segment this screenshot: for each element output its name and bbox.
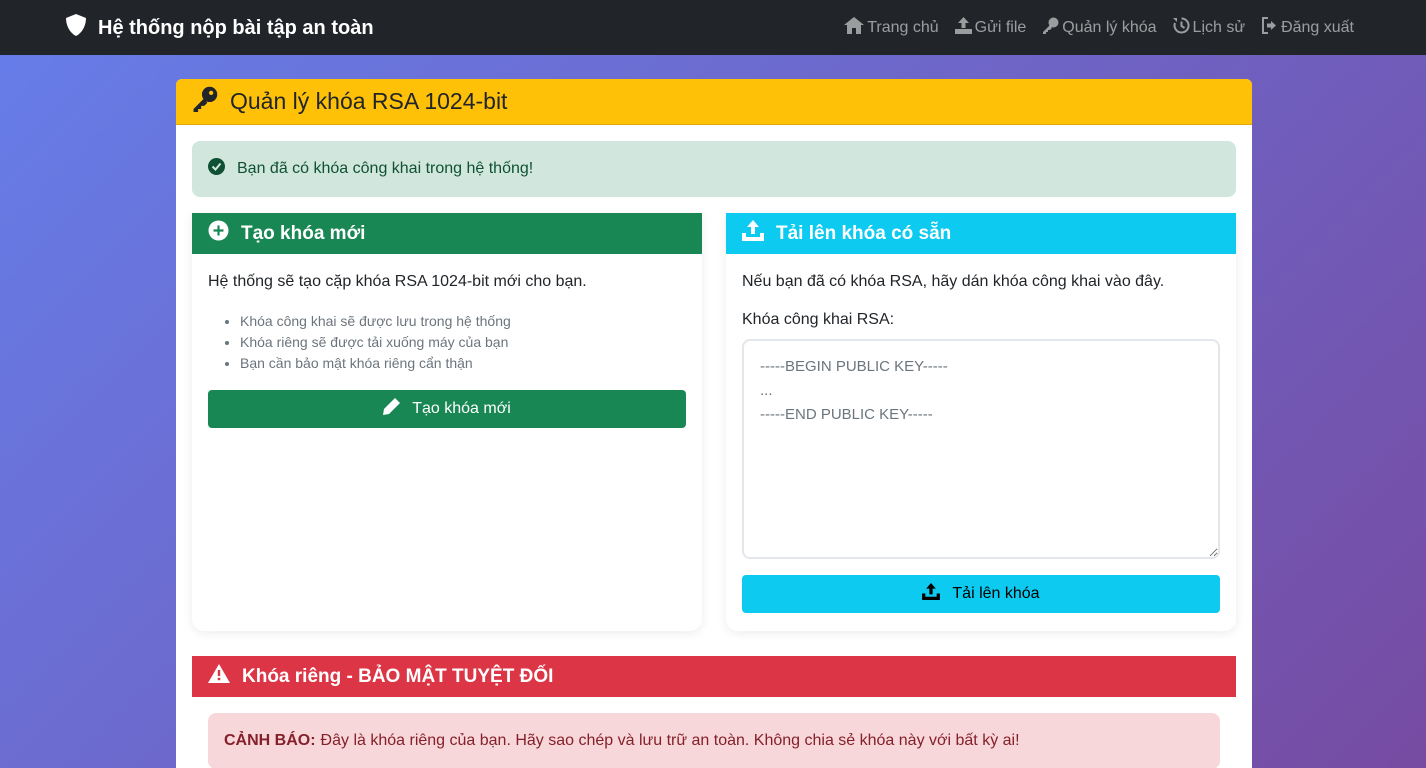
upload-key-button[interactable]: Tải lên khóa — [742, 575, 1220, 613]
navbar: Hệ thống nộp bài tập an toàn Trang chủ G… — [0, 0, 1426, 55]
logout-icon — [1261, 17, 1281, 39]
upload-icon — [954, 17, 975, 39]
pencil-icon — [383, 398, 412, 420]
plus-circle-icon — [208, 220, 241, 247]
nav-link-label: Quản lý khóa — [1062, 19, 1157, 36]
nav-link-label: Trang chủ — [867, 19, 939, 36]
list-item: Bạn cần bảo mật khóa riêng cẩn thận — [240, 353, 686, 374]
warning-text: Đây là khóa riêng của bạn. Hãy sao chép … — [320, 732, 1020, 749]
private-key-title: Khóa riêng - BẢO MẬT TUYỆT ĐỐI — [242, 665, 554, 687]
brand-title: Hệ thống nộp bài tập an toàn — [98, 16, 374, 39]
create-key-description: Hệ thống sẽ tạo cặp khóa RSA 1024-bit mớ… — [208, 273, 587, 290]
create-key-header: Tạo khóa mới — [192, 213, 702, 254]
nav-link-label: Gửi file — [974, 19, 1027, 36]
nav-link-home[interactable]: Trang chủ — [844, 17, 939, 39]
create-key-button[interactable]: Tạo khóa mới — [208, 390, 686, 428]
list-item: Khóa riêng sẽ được tải xuống máy của bạn — [240, 332, 686, 353]
success-alert: Bạn đã có khóa công khai trong hệ thống! — [192, 141, 1236, 197]
nav-link-key-management[interactable]: Quản lý khóa — [1042, 17, 1157, 39]
nav-link-history[interactable]: Lịch sử — [1172, 17, 1246, 39]
create-key-title: Tạo khóa mới — [241, 222, 366, 244]
warning-label: CẢNH BÁO: — [224, 732, 316, 749]
create-key-notes: Khóa công khai sẽ được lưu trong hệ thốn… — [240, 311, 686, 374]
upload-icon — [922, 583, 952, 605]
private-key-header: Khóa riêng - BẢO MẬT TUYỆT ĐỐI — [192, 656, 1236, 697]
shield-icon — [66, 14, 98, 42]
create-key-button-label: Tạo khóa mới — [412, 400, 511, 417]
upload-icon — [742, 220, 776, 247]
home-icon — [844, 17, 867, 39]
nav-link-upload[interactable]: Gửi file — [954, 17, 1027, 39]
upload-key-header: Tải lên khóa có sẵn — [726, 213, 1236, 254]
key-icon — [1042, 17, 1062, 39]
create-key-card: Tạo khóa mới Hệ thống sẽ tạo cặp khóa RS… — [192, 213, 702, 631]
nav-link-logout[interactable]: Đăng xuất — [1261, 17, 1354, 39]
success-alert-text: Bạn đã có khóa công khai trong hệ thống! — [237, 160, 534, 177]
private-key-card: Khóa riêng - BẢO MẬT TUYỆT ĐỐI CẢNH BÁO:… — [192, 656, 1236, 768]
nav-link-label: Đăng xuất — [1281, 19, 1354, 36]
public-key-label: Khóa công khai RSA: — [742, 311, 895, 328]
list-item: Khóa công khai sẽ được lưu trong hệ thốn… — [240, 311, 686, 332]
nav-links: Trang chủ Gửi file Quản lý khóa Lịch sử … — [844, 17, 1354, 39]
page-title: Quản lý khóa RSA 1024-bit — [230, 88, 508, 114]
brand[interactable]: Hệ thống nộp bài tập an toàn — [66, 14, 374, 42]
key-icon — [192, 86, 218, 117]
upload-key-card: Tải lên khóa có sẵn Nếu bạn đã có khóa R… — [726, 213, 1236, 631]
public-key-textarea[interactable] — [742, 339, 1220, 559]
upload-key-title: Tải lên khóa có sẵn — [776, 222, 952, 244]
upload-key-button-label: Tải lên khóa — [952, 585, 1040, 602]
check-circle-icon — [208, 158, 237, 180]
key-management-card: Quản lý khóa RSA 1024-bit Bạn đã có khóa… — [176, 79, 1252, 768]
history-icon — [1172, 17, 1193, 39]
warning-triangle-icon — [208, 664, 242, 689]
upload-key-description: Nếu bạn đã có khóa RSA, hãy dán khóa côn… — [742, 273, 1165, 290]
card-header: Quản lý khóa RSA 1024-bit — [176, 79, 1252, 125]
nav-link-label: Lịch sử — [1192, 19, 1246, 36]
danger-alert: CẢNH BÁO: Đây là khóa riêng của bạn. Hãy… — [208, 713, 1220, 768]
